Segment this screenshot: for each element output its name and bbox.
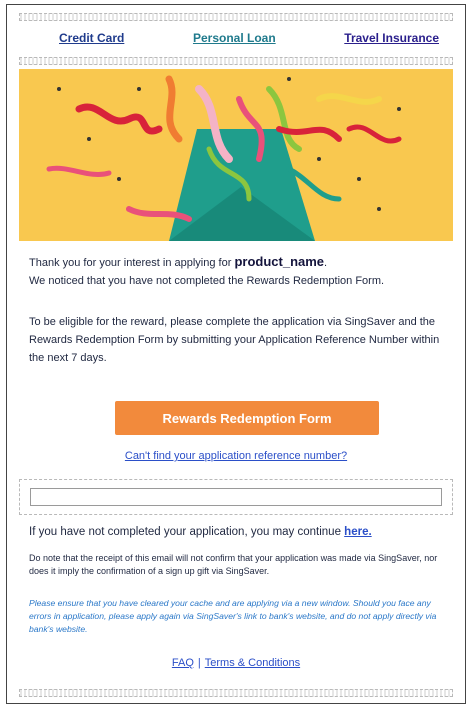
nav-credit-card[interactable]: Credit Card: [59, 31, 124, 53]
nav-travel-insurance[interactable]: Travel Insurance: [344, 31, 439, 53]
confetti-envelope-illustration: [19, 69, 453, 241]
intro-prefix: Thank you for your interest in applying …: [29, 257, 235, 269]
top-nav: Credit Card Personal Loan Travel Insuran…: [19, 31, 453, 53]
footer-links: FAQ | Terms & Conditions: [7, 657, 465, 669]
nav-personal-loan[interactable]: Personal Loan: [193, 31, 276, 53]
intro-paragraph: Thank you for your interest in applying …: [29, 253, 451, 290]
intro-line-2: We noticed that you have not completed t…: [29, 275, 385, 287]
reference-box: [30, 488, 442, 506]
cache-note-paragraph: Please ensure that you have cleared your…: [29, 598, 437, 634]
eligibility-paragraph: To be eligible for the reward, please co…: [29, 316, 440, 364]
bottom-dashed-strip: [19, 689, 453, 697]
top-dashed-strip: [19, 13, 453, 21]
continue-here-link[interactable]: here.: [344, 526, 372, 538]
email-frame: Credit Card Personal Loan Travel Insuran…: [6, 4, 466, 704]
terms-conditions-link[interactable]: Terms & Conditions: [205, 657, 300, 669]
continue-prefix: If you have not completed your applicati…: [29, 526, 345, 538]
hero-image-confetti-envelope: [19, 69, 453, 241]
continue-paragraph: If you have not completed your applicati…: [29, 523, 451, 541]
product-name: product_name: [234, 254, 325, 269]
reference-box-container: [19, 479, 453, 515]
cant-find-reference-link[interactable]: Can't find your application reference nu…: [7, 450, 465, 462]
footer-separator: |: [197, 657, 201, 669]
nav-dashed-strip: [19, 57, 453, 65]
disclaimer-paragraph: Do note that the receipt of this email w…: [29, 553, 438, 576]
faq-link[interactable]: FAQ: [172, 657, 194, 669]
rewards-redemption-form-button[interactable]: Rewards Redemption Form: [115, 401, 379, 435]
intro-suffix: .: [324, 257, 328, 269]
